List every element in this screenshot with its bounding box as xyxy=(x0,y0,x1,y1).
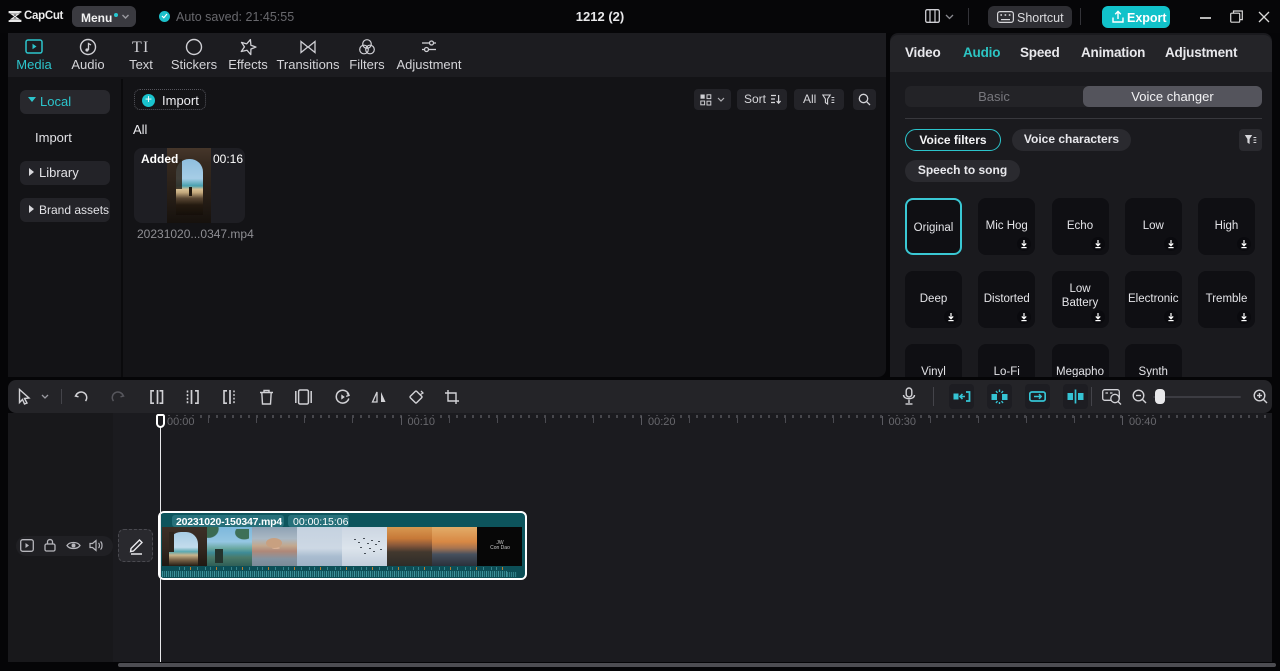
svg-text:I: I xyxy=(143,39,148,56)
svg-text:T: T xyxy=(132,39,142,56)
